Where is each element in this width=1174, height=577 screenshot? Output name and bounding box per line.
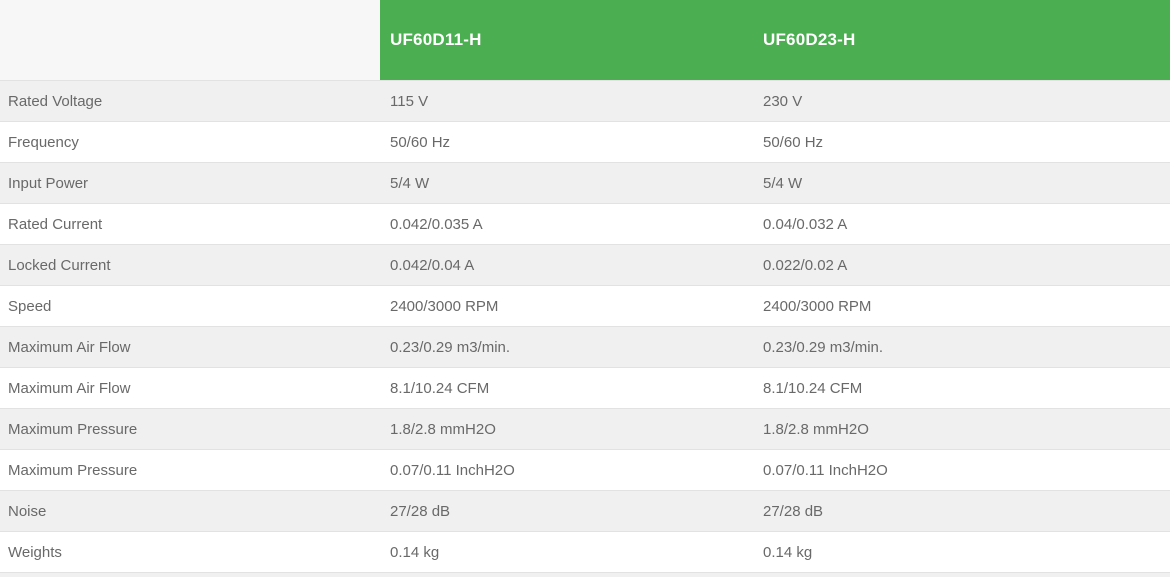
spec-value-uf60d23h: 0.23/0.29 m3/min. [753,327,1170,368]
spec-table-body: Rated Voltage 115 V 230 V Frequency 50/6… [0,81,1170,573]
spec-value-uf60d23h: 0.04/0.032 A [753,204,1170,245]
table-row: Speed 2400/3000 RPM 2400/3000 RPM [0,286,1170,327]
spec-value-uf60d11h: 50/60 Hz [380,122,753,163]
table-row: Maximum Air Flow 0.23/0.29 m3/min. 0.23/… [0,327,1170,368]
spec-label: Maximum Air Flow [0,368,380,409]
spec-value-uf60d11h: 0.042/0.04 A [380,245,753,286]
spec-value-uf60d11h: 2400/3000 RPM [380,286,753,327]
column-header-model-uf60d23h: UF60D23-H [753,0,1170,81]
spec-value-uf60d11h: 0.14 kg [380,532,753,573]
column-header-empty [0,0,380,81]
spec-value-uf60d23h: 230 V [753,81,1170,122]
spec-label: Maximum Pressure [0,450,380,491]
spec-label: Maximum Air Flow [0,327,380,368]
spec-label: Weights [0,532,380,573]
spec-label: Speed [0,286,380,327]
spec-value-uf60d11h: 1.8/2.8 mmH2O [380,409,753,450]
column-header-model-uf60d11h: UF60D11-H [380,0,753,81]
spec-label: Locked Current [0,245,380,286]
spec-label: Frequency [0,122,380,163]
spec-value-uf60d11h: 0.23/0.29 m3/min. [380,327,753,368]
spec-label: Noise [0,491,380,532]
spec-value-uf60d23h: 50/60 Hz [753,122,1170,163]
table-row: Input Power 5/4 W 5/4 W [0,163,1170,204]
spec-label: Rated Voltage [0,81,380,122]
next-row-sliver [0,573,1170,577]
spec-value-uf60d11h: 0.042/0.035 A [380,204,753,245]
spec-table-header-row: UF60D11-H UF60D23-H [0,0,1170,81]
spec-value-uf60d11h: 27/28 dB [380,491,753,532]
table-row: Maximum Pressure 0.07/0.11 InchH2O 0.07/… [0,450,1170,491]
spec-value-uf60d11h: 5/4 W [380,163,753,204]
table-row: Maximum Air Flow 8.1/10.24 CFM 8.1/10.24… [0,368,1170,409]
spec-label: Input Power [0,163,380,204]
spec-value-uf60d23h: 0.022/0.02 A [753,245,1170,286]
spec-value-uf60d23h: 0.14 kg [753,532,1170,573]
table-row: Rated Voltage 115 V 230 V [0,81,1170,122]
spec-comparison-table: UF60D11-H UF60D23-H Rated Voltage 115 V … [0,0,1170,577]
spec-value-uf60d23h: 1.8/2.8 mmH2O [753,409,1170,450]
spec-value-uf60d23h: 0.07/0.11 InchH2O [753,450,1170,491]
spec-value-uf60d23h: 8.1/10.24 CFM [753,368,1170,409]
spec-value-uf60d23h: 27/28 dB [753,491,1170,532]
spec-label: Rated Current [0,204,380,245]
spec-value-uf60d11h: 115 V [380,81,753,122]
table-row: Maximum Pressure 1.8/2.8 mmH2O 1.8/2.8 m… [0,409,1170,450]
spec-label: Maximum Pressure [0,409,380,450]
spec-value-uf60d23h: 5/4 W [753,163,1170,204]
table-row: Rated Current 0.042/0.035 A 0.04/0.032 A [0,204,1170,245]
table-row: Weights 0.14 kg 0.14 kg [0,532,1170,573]
table-row: Frequency 50/60 Hz 50/60 Hz [0,122,1170,163]
table-row: Locked Current 0.042/0.04 A 0.022/0.02 A [0,245,1170,286]
spec-value-uf60d11h: 0.07/0.11 InchH2O [380,450,753,491]
spec-value-uf60d23h: 2400/3000 RPM [753,286,1170,327]
spec-value-uf60d11h: 8.1/10.24 CFM [380,368,753,409]
table-row: Noise 27/28 dB 27/28 dB [0,491,1170,532]
